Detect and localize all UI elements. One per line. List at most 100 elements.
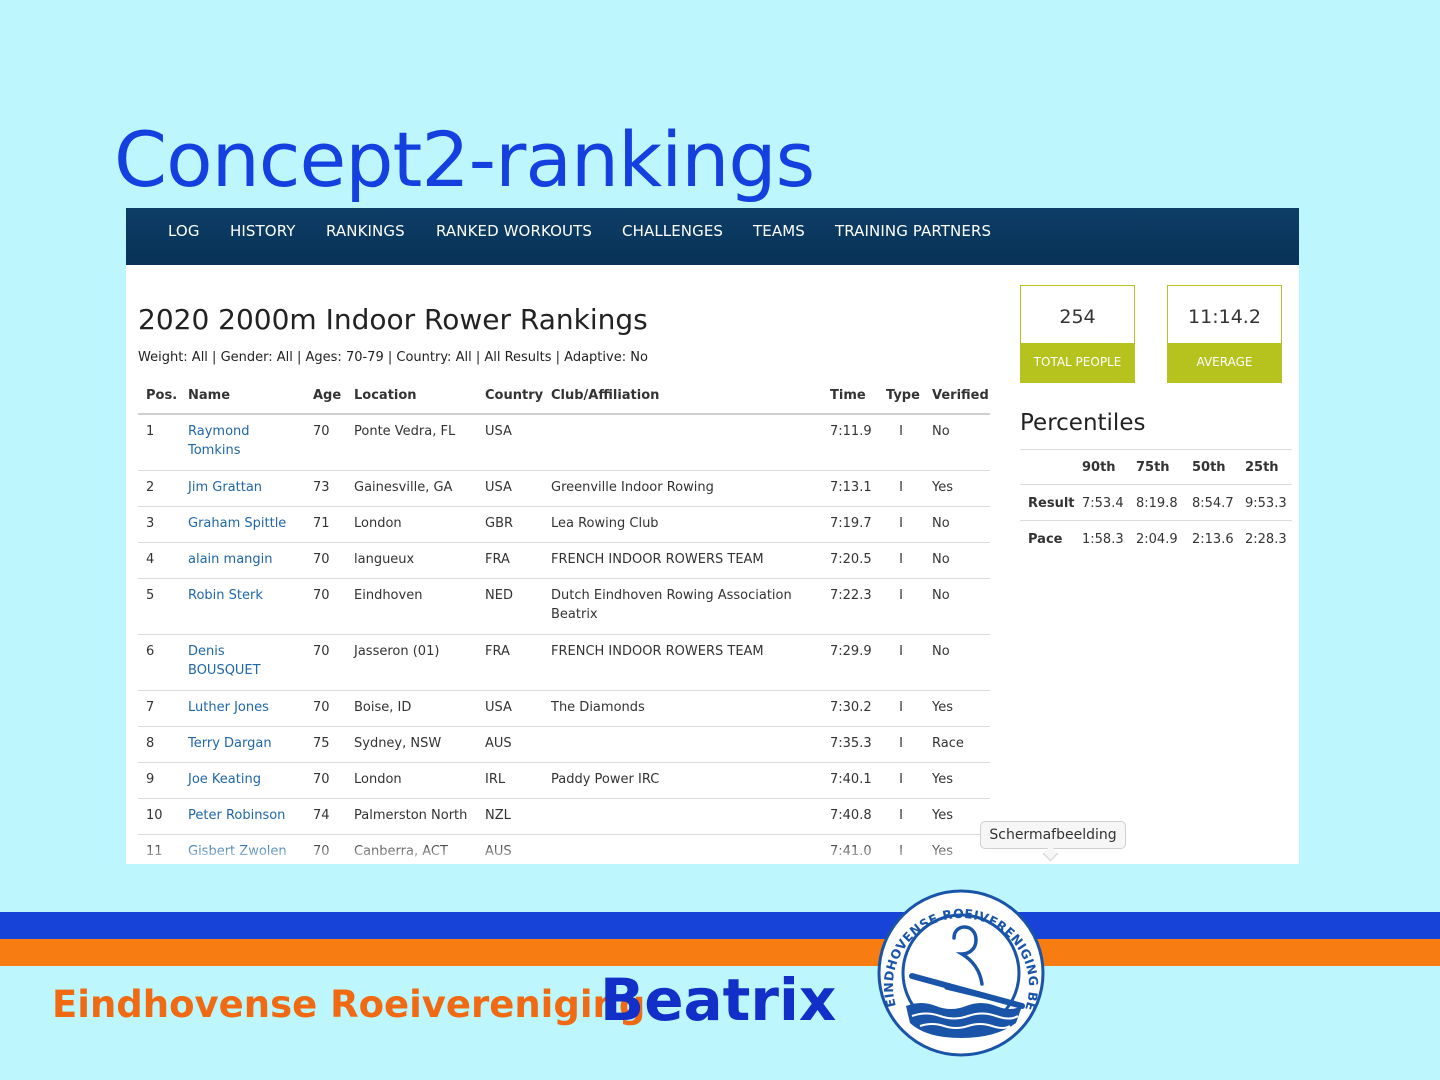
- rankings-filters: Weight: All | Gender: All | Ages: 70-79 …: [138, 350, 648, 365]
- row-divider: [138, 726, 990, 727]
- cell-country: USA: [485, 700, 512, 715]
- athlete-name-link[interactable]: alain mangin: [188, 550, 298, 569]
- cell-country: NED: [485, 588, 513, 603]
- cell-type: I: [899, 588, 903, 603]
- cell-pos: 6: [146, 644, 155, 659]
- cell-pos: 1: [146, 424, 155, 439]
- col-name[interactable]: Name: [188, 388, 230, 403]
- cell-type: I: [899, 480, 903, 495]
- row-divider: [138, 470, 990, 471]
- cell-location: Gainesville, GA: [354, 480, 453, 495]
- cell-age: 70: [313, 552, 330, 567]
- cell-country: FRA: [485, 644, 510, 659]
- cell-verified: No: [932, 552, 950, 567]
- cell-club: The Diamonds: [551, 700, 645, 715]
- cell-type: I: [899, 552, 903, 567]
- cell-club: Lea Rowing Club: [551, 516, 659, 531]
- cell-location: Palmerston North: [354, 808, 468, 823]
- cell-time: 7:20.5: [830, 552, 872, 567]
- cell-verified: Yes: [932, 772, 953, 787]
- cell-pos: 10: [146, 808, 163, 823]
- cell-time: 7:35.3: [830, 736, 872, 751]
- top-nav: LOG HISTORY RANKINGS RANKED WORKOUTS CHA…: [126, 208, 1299, 265]
- col-verified[interactable]: Verified: [932, 388, 989, 403]
- athlete-name-link[interactable]: Peter Robinson: [188, 806, 298, 825]
- col-time[interactable]: Time: [830, 388, 866, 403]
- cell-club: Paddy Power IRC: [551, 772, 660, 787]
- cell-age: 73: [313, 480, 330, 495]
- cell-verified: Race: [932, 736, 964, 751]
- nav-history[interactable]: HISTORY: [230, 222, 296, 240]
- col-country[interactable]: Country: [485, 388, 543, 403]
- average-card: 11:14.2 AVERAGE: [1167, 285, 1282, 383]
- cell-location: London: [354, 516, 402, 531]
- cell-pos: 5: [146, 588, 155, 603]
- cell-age: 74: [313, 808, 330, 823]
- total-people-label: TOTAL PEOPLE: [1021, 343, 1134, 382]
- cell-time: 7:40.8: [830, 808, 872, 823]
- nav-log[interactable]: LOG: [168, 222, 200, 240]
- percentiles-divider: [1020, 449, 1292, 450]
- cell-verified: No: [932, 588, 950, 603]
- athlete-name-link[interactable]: Luther Jones: [188, 698, 298, 717]
- cell-location: Ponte Vedra, FL: [354, 424, 456, 439]
- cell-age: 70: [313, 772, 330, 787]
- athlete-name-link[interactable]: Terry Dargan: [188, 734, 298, 753]
- pct-pace-label: Pace: [1028, 532, 1063, 547]
- cell-type: I: [899, 700, 903, 715]
- header-divider: [138, 413, 990, 415]
- athlete-name-link[interactable]: Graham Spittle: [188, 514, 298, 533]
- cell-age: 70: [313, 644, 330, 659]
- nav-ranked-workouts[interactable]: RANKED WORKOUTS: [436, 222, 592, 240]
- athlete-name-link[interactable]: Denis BOUSQUET: [188, 642, 298, 680]
- rankings-screenshot: LOG HISTORY RANKINGS RANKED WORKOUTS CHA…: [126, 208, 1299, 864]
- cell-pos: 9: [146, 772, 155, 787]
- cell-verified: No: [932, 516, 950, 531]
- cell-location: Boise, ID: [354, 700, 412, 715]
- cell-club: Greenville Indoor Rowing: [551, 480, 714, 495]
- nav-training-partners[interactable]: TRAINING PARTNERS: [835, 222, 991, 240]
- nav-challenges[interactable]: CHALLENGES: [622, 222, 723, 240]
- col-pos[interactable]: Pos.: [146, 388, 177, 403]
- row-divider: [138, 634, 990, 635]
- cell-location: London: [354, 772, 402, 787]
- cell-location: Jasseron (01): [354, 644, 440, 659]
- cell-club: FRENCH INDOOR ROWERS TEAM: [551, 644, 764, 659]
- col-type[interactable]: Type: [886, 388, 920, 403]
- pct-row-divider: [1020, 484, 1292, 485]
- cell-verified: No: [932, 644, 950, 659]
- nav-teams[interactable]: TEAMS: [753, 222, 805, 240]
- row-divider: [138, 542, 990, 543]
- pct-pace-25: 2:28.3: [1245, 532, 1287, 547]
- cell-country: IRL: [485, 772, 506, 787]
- athlete-name-link[interactable]: Raymond Tomkins: [188, 422, 298, 460]
- pct-result-25: 9:53.3: [1245, 496, 1287, 511]
- cell-type: I: [899, 644, 903, 659]
- cell-time: 7:30.2: [830, 700, 872, 715]
- cell-country: NZL: [485, 808, 511, 823]
- pct-header-90: 90th: [1082, 460, 1116, 475]
- row-divider: [138, 798, 990, 799]
- cell-club: FRENCH INDOOR ROWERS TEAM: [551, 552, 764, 567]
- col-club[interactable]: Club/Affiliation: [551, 388, 659, 403]
- athlete-name-link[interactable]: Joe Keating: [188, 770, 298, 789]
- row-divider: [138, 578, 990, 579]
- nav-rankings[interactable]: RANKINGS: [326, 222, 405, 240]
- cell-pos: 4: [146, 552, 155, 567]
- cell-type: I: [899, 772, 903, 787]
- club-logo: EINDHOVENSE ROEIVERENIGING BEATRIX: [871, 876, 1046, 1058]
- pct-pace-75: 2:04.9: [1136, 532, 1178, 547]
- pct-pace-50: 2:13.6: [1192, 532, 1234, 547]
- pct-pace-90: 1:58.3: [1082, 532, 1124, 547]
- cell-time: 7:11.9: [830, 424, 872, 439]
- cell-verified: Yes: [932, 808, 953, 823]
- cell-type: I: [899, 808, 903, 823]
- cell-age: 70: [313, 588, 330, 603]
- cell-time: 7:40.1: [830, 772, 872, 787]
- athlete-name-link[interactable]: Robin Sterk: [188, 586, 298, 605]
- col-age[interactable]: Age: [313, 388, 341, 403]
- cell-location: Sydney, NSW: [354, 736, 442, 751]
- athlete-name-link[interactable]: Jim Grattan: [188, 478, 298, 497]
- cell-type: I: [899, 736, 903, 751]
- col-location[interactable]: Location: [354, 388, 417, 403]
